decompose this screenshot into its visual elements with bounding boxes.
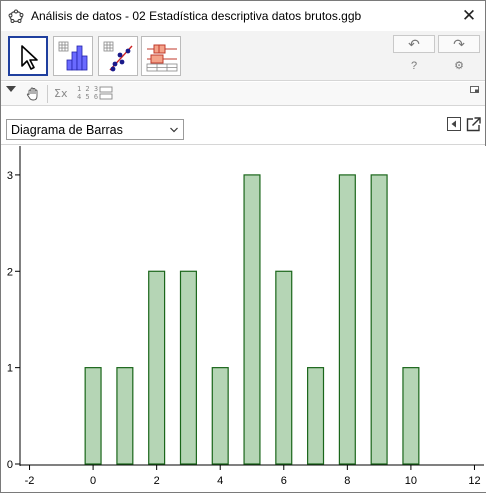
options-panel-icon[interactable]: [447, 117, 461, 131]
numbers-label-bottom: 4 5 6: [77, 93, 99, 101]
divider: [47, 85, 48, 103]
title-bar: Análisis de datos - 02 Estadística descr…: [1, 1, 485, 31]
window-title: Análisis de datos - 02 Estadística descr…: [31, 9, 362, 23]
y-tick-label: 3: [7, 170, 13, 182]
bar: [402, 367, 420, 465]
x-tick-label: 10: [405, 475, 417, 487]
style-bar: Σx 1 2 3 4 5 6: [1, 82, 485, 106]
geogebra-logo-icon: [8, 9, 24, 23]
bar-chart-svg: 0123-2 0 2 4 6 8 10 12: [7, 146, 484, 487]
bar: [338, 174, 356, 465]
x-tick-label: 8: [344, 475, 350, 487]
move-graphics-view-tool[interactable]: [8, 36, 48, 76]
bar: [243, 174, 261, 465]
help-button[interactable]: ?: [406, 58, 422, 74]
bar: [148, 270, 166, 465]
analysis-window: Análisis de datos - 02 Estadística descr…: [0, 0, 486, 493]
chevron-down-icon: [170, 127, 178, 133]
bar: [179, 270, 197, 465]
bar: [84, 367, 102, 465]
x-tick-label: 4: [217, 475, 223, 487]
bar: [116, 367, 134, 465]
stacked-rows-icon[interactable]: [99, 86, 113, 100]
x-tick-label: 6: [281, 475, 287, 487]
close-button[interactable]: ✕: [457, 5, 481, 27]
chart-type-selected: Diagrama de Barras: [11, 123, 123, 137]
x-tick-label: 12: [468, 475, 480, 487]
bar: [275, 270, 293, 465]
scatter-regression-icon: [103, 41, 133, 72]
multiple-variable-analysis-tool[interactable]: [141, 36, 181, 76]
open-external-icon[interactable]: [466, 117, 481, 132]
y-tick-label: 2: [7, 266, 13, 278]
bar: [370, 174, 388, 465]
chart-options-bar: Diagrama de Barras: [1, 107, 485, 145]
bar-chart-plot[interactable]: 0 1 2 3 -2 0 2 4 6 8 10 12: [2, 146, 486, 492]
redo-button[interactable]: ↷: [438, 35, 480, 53]
histogram-icon: [58, 41, 88, 71]
y-tick-label: 1: [7, 363, 13, 375]
x-tick-label: 2: [154, 475, 160, 487]
boxplot-icon: [146, 44, 178, 72]
y-tick-label: 0: [7, 459, 13, 471]
collapse-triangle-icon[interactable]: [6, 86, 16, 92]
one-variable-analysis-tool[interactable]: [53, 36, 93, 76]
numbers-label-top: 1 2 3: [77, 85, 99, 93]
undo-button[interactable]: ↶: [393, 35, 435, 53]
bar: [307, 367, 325, 465]
statistics-sigma-button[interactable]: Σx: [54, 87, 67, 100]
bar: [211, 367, 229, 465]
settings-gear-icon[interactable]: ⚙: [451, 58, 467, 74]
two-variable-regression-tool[interactable]: [98, 36, 138, 76]
x-tick-label: 0: [90, 475, 96, 487]
pointer-arrow-icon: [21, 45, 38, 70]
show-data-button[interactable]: 1 2 3 4 5 6: [77, 85, 98, 101]
x-tick-label: -2: [25, 475, 35, 487]
hand-icon[interactable]: [25, 86, 41, 102]
toolbar: ↶ ↷ ? ⚙: [1, 31, 485, 81]
chart-type-dropdown[interactable]: Diagrama de Barras: [6, 119, 184, 140]
dock-icon[interactable]: [470, 86, 480, 94]
